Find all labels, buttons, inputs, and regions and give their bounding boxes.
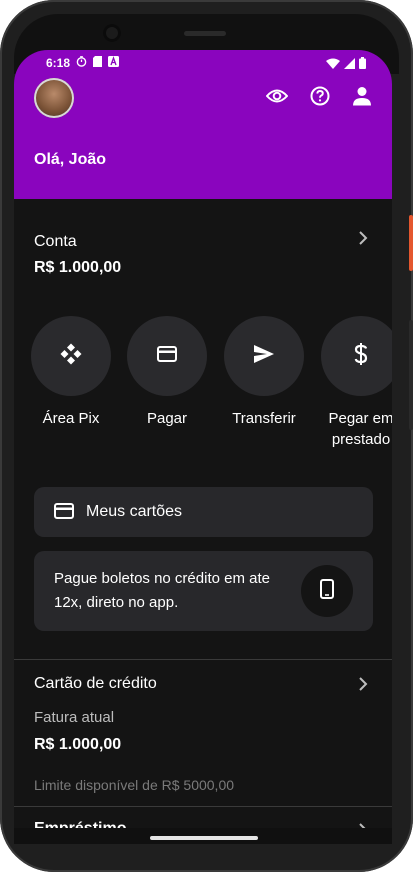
credit-card-icon	[54, 503, 74, 524]
action-transfer[interactable]: Transferir	[223, 316, 305, 429]
status-time: 6:18	[46, 56, 71, 70]
promo-phone-button[interactable]	[301, 565, 353, 617]
signal-icon	[344, 56, 355, 74]
person-icon[interactable]	[352, 86, 372, 111]
action-pay[interactable]: Pagar	[126, 316, 208, 429]
help-icon[interactable]	[310, 86, 330, 111]
account-title: Conta	[34, 233, 77, 250]
status-indicators	[326, 56, 366, 74]
card-icon	[157, 345, 177, 367]
action-borrow-label: Pegar em prestado	[320, 408, 392, 450]
credit-card-subtitle: Fatura atual	[34, 709, 115, 726]
header-actions	[265, 86, 372, 111]
credit-card-title: Cartão de crédito	[34, 675, 157, 692]
avatar[interactable]	[34, 78, 74, 118]
credit-card-limit: Limite disponível de R$ 5000,00	[34, 777, 235, 793]
send-icon	[254, 344, 274, 368]
power-button[interactable]	[409, 215, 413, 271]
greeting: Olá, João	[34, 151, 107, 168]
section-divider	[14, 806, 392, 807]
action-pix-button[interactable]	[31, 316, 111, 396]
action-transfer-button[interactable]	[224, 316, 304, 396]
action-borrow-label-line2: prestado	[331, 431, 391, 448]
header: 6:18 Olá, João	[14, 50, 392, 199]
home-indicator[interactable]	[150, 836, 258, 840]
eye-icon[interactable]	[265, 88, 289, 109]
account-balance: R$ 1.000,00	[34, 259, 122, 276]
chevron-right-icon[interactable]	[358, 675, 368, 696]
action-borrow-button[interactable]	[321, 316, 392, 396]
pix-icon	[60, 343, 82, 370]
battery-icon	[359, 56, 366, 74]
phone-icon	[320, 578, 334, 604]
notification-a-icon	[108, 56, 120, 70]
app-screen: 6:18 Olá, João Conta R$ 1.000,00 Área Pi…	[14, 50, 392, 842]
status-bar: 6:18	[46, 54, 120, 72]
action-pay-label: Pagar	[146, 410, 188, 427]
dollar-icon	[354, 342, 368, 370]
section-divider	[14, 659, 392, 660]
action-pay-button[interactable]	[127, 316, 207, 396]
credit-card-amount: R$ 1.000,00	[34, 736, 122, 753]
action-borrow-label-line1: Pegar em	[328, 410, 392, 427]
earpiece-speaker	[184, 31, 226, 36]
action-pix[interactable]: Área Pix	[30, 316, 112, 429]
promo-card[interactable]: Pague boletos no crédito em ate 12x, dir…	[34, 551, 373, 631]
volume-button[interactable]	[409, 320, 413, 430]
chevron-right-icon[interactable]	[358, 229, 368, 250]
promo-text: Pague boletos no crédito em ate 12x, dir…	[54, 570, 270, 611]
account-section[interactable]: Conta R$ 1.000,00	[14, 199, 392, 294]
action-transfer-label: Transferir	[232, 410, 296, 427]
my-cards-button[interactable]: Meus cartões	[34, 487, 373, 537]
action-borrow[interactable]: Pegar em prestado	[320, 316, 392, 450]
quick-actions: Área Pix Pagar Transferir Pegar em prest…	[30, 316, 392, 456]
timer-icon	[76, 56, 87, 70]
my-cards-label: Meus cartões	[86, 503, 183, 520]
action-pix-label: Área Pix	[42, 410, 100, 427]
wifi-icon	[326, 56, 340, 74]
front-camera	[103, 24, 121, 42]
sd-card-icon	[93, 56, 103, 70]
